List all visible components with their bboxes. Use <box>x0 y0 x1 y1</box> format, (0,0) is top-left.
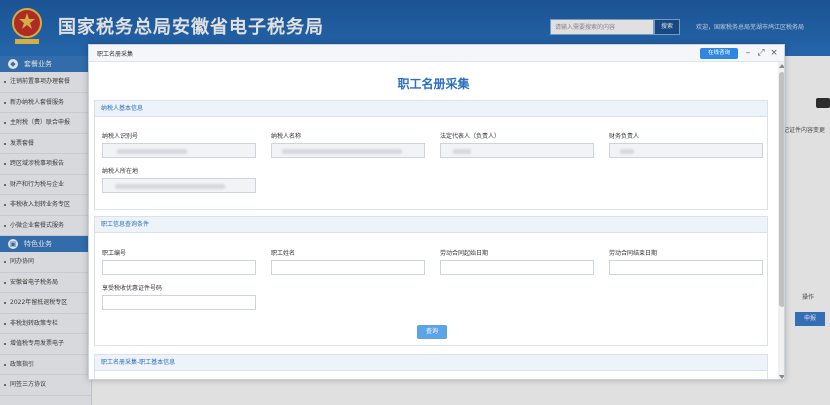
staff-register-modal: 职工名册采集 在线咨询 – ⤢ × 职工名册采集 纳税人基本信息 纳税人识别号 … <box>88 44 785 380</box>
field-label: 职工编号 <box>102 250 127 257</box>
field-label: 财务负责人 <box>609 133 640 140</box>
scroll-thumb[interactable] <box>779 72 784 307</box>
staff-name-input[interactable] <box>271 260 425 275</box>
staff-list-panel: 职工名册采集-职工基本信息 <box>94 354 768 379</box>
close-icon[interactable]: × <box>769 47 779 59</box>
taxpayer-location-field <box>102 178 256 193</box>
minimize-icon[interactable]: – <box>743 47 753 59</box>
online-help-label: 在线咨询 <box>707 50 730 56</box>
scroll-down-icon[interactable] <box>779 375 784 379</box>
field-label: 职工姓名 <box>271 250 296 257</box>
field-label: 法定代表人（负责人） <box>440 133 501 140</box>
legal-rep-field <box>440 143 594 158</box>
modal-header-title: 职工名册采集 <box>97 51 134 58</box>
taxpayer-info-panel: 纳税人基本信息 纳税人识别号 纳税人名称 法定代表人（负责人） 财务负责人 纳税… <box>94 100 768 210</box>
field-label: 纳税人所在地 <box>102 168 139 175</box>
tax-benefit-id-input[interactable] <box>102 295 256 310</box>
taxpayer-id-field <box>102 143 256 158</box>
form-title: 职工名册采集 <box>397 77 470 91</box>
taxpayer-info-title: 纳税人基本信息 <box>95 101 767 117</box>
modal-scrollbar[interactable] <box>778 62 784 379</box>
field-label: 劳动合同结束日期 <box>609 250 658 257</box>
field-label: 享受税收优惠证件号码 <box>102 285 163 292</box>
contract-start-input[interactable] <box>440 260 594 275</box>
field-label: 纳税人名称 <box>271 133 302 140</box>
finance-head-field <box>609 143 763 158</box>
staff-number-input[interactable] <box>102 260 256 275</box>
staff-list-title: 职工名册采集-职工基本信息 <box>95 355 767 371</box>
modal-body: 职工名册采集 纳税人基本信息 纳税人识别号 纳税人名称 法定代表人（负责人） 财… <box>89 62 778 379</box>
online-help-button[interactable]: 在线咨询 <box>700 48 738 59</box>
query-button[interactable]: 查询 <box>417 325 447 339</box>
maximize-icon[interactable]: ⤢ <box>756 47 766 59</box>
query-panel: 职工信息查询条件 职工编号 职工姓名 劳动合同起始日期 劳动合同结束日期 享受税… <box>94 216 768 346</box>
query-panel-title: 职工信息查询条件 <box>95 217 767 233</box>
contract-end-input[interactable] <box>609 260 763 275</box>
field-label: 劳动合同起始日期 <box>440 250 489 257</box>
modal-header: 职工名册采集 在线咨询 – ⤢ × <box>89 45 784 62</box>
scroll-up-icon[interactable] <box>779 64 784 68</box>
taxpayer-name-field <box>271 143 425 158</box>
field-label: 纳税人识别号 <box>102 133 139 140</box>
